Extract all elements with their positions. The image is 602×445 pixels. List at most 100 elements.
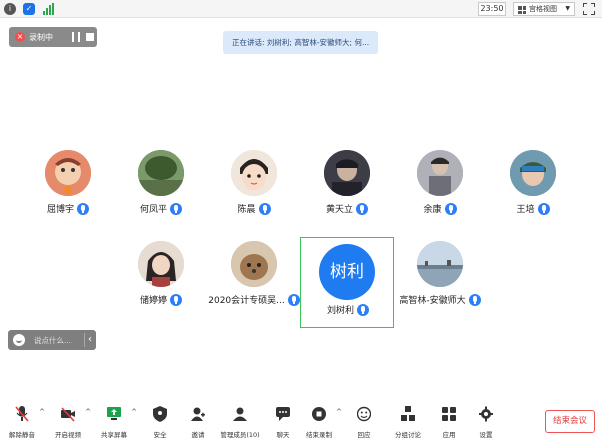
- grid-icon: [518, 6, 526, 14]
- mic-icon: [170, 202, 182, 215]
- apps-icon: [442, 407, 456, 421]
- participant-name: 黄天立: [325, 205, 353, 215]
- meeting-timer: 23:50: [478, 2, 506, 16]
- start-video-button[interactable]: ^ 开启视频: [48, 406, 91, 442]
- recording-icon: ×: [15, 32, 25, 42]
- participant-name: 余康: [423, 205, 442, 215]
- avatar: [231, 241, 277, 287]
- participants-icon: [233, 407, 247, 421]
- unmute-button[interactable]: ^ 解除静音: [2, 406, 45, 442]
- invite-button[interactable]: 邀请: [178, 406, 218, 442]
- end-meeting-button[interactable]: 结束会议: [545, 410, 595, 433]
- mic-icon: [170, 293, 182, 306]
- mic-icon: [444, 202, 457, 215]
- gear-icon: [479, 406, 493, 422]
- avatar: [138, 150, 184, 196]
- chevron-up-icon[interactable]: ^: [131, 408, 137, 416]
- participant-tile[interactable]: 屈博宇: [22, 150, 114, 240]
- mic-icon: [356, 202, 368, 215]
- mic-icon: [357, 303, 369, 316]
- avatar: [417, 241, 463, 287]
- participant-name-row: 陈晨: [208, 202, 300, 215]
- chevron-up-icon[interactable]: ^: [39, 408, 45, 416]
- pause-recording-button[interactable]: [72, 32, 80, 42]
- avatar: [45, 150, 91, 196]
- invite-icon: [191, 407, 205, 421]
- participant-name-row: 黄天立: [301, 202, 393, 215]
- stop-recording-button[interactable]: [86, 33, 94, 41]
- shield-icon[interactable]: ✓: [23, 3, 35, 15]
- stop-recording-button[interactable]: ^ 结束录制: [299, 406, 342, 442]
- participant-name-row: 王培: [487, 202, 579, 215]
- participant-name: 2020会计专硕吴...: [208, 296, 285, 306]
- manage-participants-button[interactable]: 管理成员(10): [220, 406, 260, 442]
- breakout-rooms-button[interactable]: 分组讨论: [388, 406, 428, 442]
- start-video-label: 开启视频: [55, 431, 81, 439]
- participant-name-row: 何凤平: [115, 202, 207, 215]
- chat-icon: [276, 407, 290, 421]
- settings-label: 设置: [479, 431, 493, 439]
- bottom-toolbar: ^ 解除静音 ^ 开启视频 ^ 共享屏幕 安全 邀请 管理成员(10) 聊天 ^…: [0, 400, 602, 445]
- smile-icon: [13, 334, 25, 346]
- mic-icon: [258, 202, 271, 215]
- shield-icon: [153, 406, 167, 422]
- participant-name: 储婷婷: [139, 296, 167, 306]
- video-off-icon: [61, 407, 75, 422]
- avatar: [417, 150, 463, 196]
- avatar: [324, 150, 370, 196]
- collapse-chat-button[interactable]: ‹: [88, 333, 92, 347]
- participant-name-row: 高智林-安徽师大: [394, 293, 486, 306]
- chevron-up-icon[interactable]: ^: [85, 408, 91, 416]
- participant-tile[interactable]: 储婷婷: [115, 241, 207, 331]
- view-mode-button[interactable]: 宫格视图 ▼: [513, 2, 575, 16]
- unmute-label: 解除静音: [9, 431, 35, 439]
- participant-tile[interactable]: 何凤平: [115, 150, 207, 240]
- participant-tile[interactable]: 王培: [487, 150, 579, 240]
- chat-placeholder: 说点什么...: [34, 336, 72, 345]
- participant-name: 王培: [516, 205, 535, 215]
- breakout-icon: [401, 406, 415, 421]
- smile-icon: [357, 406, 371, 422]
- mic-icon: [537, 202, 550, 215]
- participant-name: 高智林-安徽师大: [399, 296, 466, 306]
- reactions-button[interactable]: 回应: [344, 406, 384, 442]
- chevron-up-icon[interactable]: ^: [336, 408, 342, 416]
- info-icon[interactable]: i: [4, 3, 16, 15]
- record-icon: [312, 407, 326, 421]
- mic-icon: [468, 293, 481, 306]
- participant-name-row: 2020会计专硕吴...: [208, 293, 300, 306]
- top-bar: i ✓ 23:50 宫格视图 ▼: [0, 0, 602, 18]
- avatar: [510, 150, 556, 196]
- participant-tile[interactable]: 高智林-安徽师大: [394, 241, 486, 331]
- fullscreen-icon[interactable]: [583, 3, 595, 15]
- participant-tile[interactable]: 余康: [394, 150, 486, 240]
- mic-icon: [77, 202, 89, 215]
- participant-tile-active[interactable]: 树利 刘树利: [300, 237, 394, 328]
- share-screen-icon: [107, 407, 121, 420]
- participant-name: 何凤平: [139, 205, 167, 215]
- participant-name: 刘树利: [326, 306, 354, 316]
- chat-input-pill[interactable]: 说点什么... ‹: [8, 330, 96, 350]
- share-screen-label: 共享屏幕: [101, 431, 127, 439]
- participant-name-row: 余康: [394, 202, 486, 215]
- share-screen-button[interactable]: ^ 共享屏幕: [94, 406, 137, 442]
- participant-name-row: 刘树利: [301, 303, 395, 316]
- mic-icon: [287, 293, 300, 306]
- settings-button[interactable]: 设置: [466, 406, 506, 442]
- chevron-down-icon: ▼: [565, 5, 570, 12]
- participant-tile[interactable]: 陈晨: [208, 150, 300, 240]
- mic-muted-icon: [15, 406, 29, 422]
- participant-name: 屈博宇: [46, 205, 74, 215]
- view-mode-label: 宫格视图: [529, 5, 557, 13]
- participant-name-row: 屈博宇: [22, 202, 114, 215]
- avatar: 树利: [319, 244, 375, 300]
- speaking-banner: 正在讲话: 刘树利; 高智林-安徽师大; 何...: [223, 31, 378, 54]
- avatar: [231, 150, 277, 196]
- recording-label: 录制中: [29, 33, 53, 42]
- participant-name-row: 储婷婷: [115, 293, 207, 306]
- avatar: [138, 241, 184, 287]
- recording-indicator: × 录制中: [9, 27, 97, 47]
- participant-tile[interactable]: 2020会计专硕吴...: [208, 241, 300, 331]
- participant-tile[interactable]: 黄天立: [301, 150, 393, 240]
- signal-icon[interactable]: [42, 3, 54, 15]
